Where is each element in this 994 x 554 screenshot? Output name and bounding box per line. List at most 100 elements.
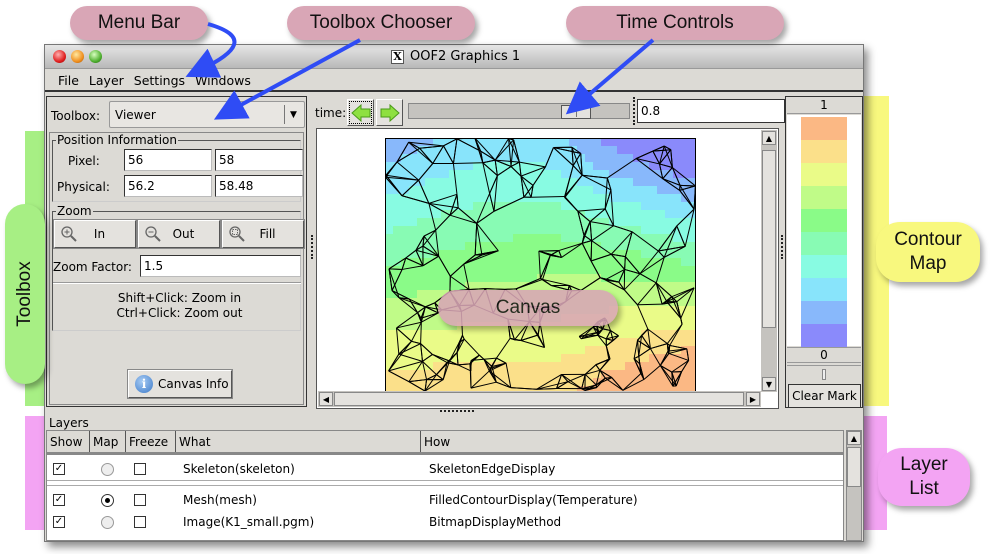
freeze-checkbox[interactable] <box>134 463 146 475</box>
contour-cell <box>665 218 674 227</box>
contour-mark-slider[interactable] <box>787 365 861 381</box>
toolbox-label: Toolbox: <box>51 109 101 123</box>
contour-cell <box>441 234 450 243</box>
layer-row[interactable]: ✓ Skeleton(skeleton) SkeletonEdgeDisplay <box>47 458 843 480</box>
canvas-hscroll-thumb[interactable] <box>334 392 744 406</box>
left-pane-resize-handle[interactable] <box>311 235 314 259</box>
contour-cell <box>561 162 570 171</box>
map-cell[interactable] <box>91 515 128 529</box>
zoom-in-button[interactable]: In <box>53 219 137 249</box>
zoom-window-button[interactable] <box>89 50 102 63</box>
chevron-down-icon[interactable]: ▼ <box>284 105 302 124</box>
show-cell[interactable]: ✓ <box>47 494 91 506</box>
clear-mark-button[interactable]: Clear Mark <box>788 384 861 408</box>
contour-cell <box>577 266 586 275</box>
contour-cell <box>401 242 410 251</box>
canvas-info-button[interactable]: i Canvas Info <box>127 369 233 399</box>
show-checkbox[interactable]: ✓ <box>53 463 65 475</box>
contour-cell <box>569 266 578 275</box>
scroll-down-arrow[interactable]: ▼ <box>762 377 776 391</box>
time-forward-button[interactable] <box>376 99 403 126</box>
contour-cell <box>465 202 474 211</box>
bottom-pane-resize-handle[interactable] <box>440 410 474 412</box>
column-header-what[interactable]: What <box>176 431 421 452</box>
contour-cell <box>625 370 634 379</box>
canvas-horizontal-scrollbar[interactable]: ◀ ▶ <box>318 391 761 407</box>
menu-windows[interactable]: Windows <box>190 73 256 88</box>
contour-cell <box>417 218 426 227</box>
show-checkbox[interactable]: ✓ <box>53 494 65 506</box>
canvas-vertical-scrollbar[interactable]: ▲ ▼ <box>761 130 777 392</box>
contour-cell <box>681 282 690 291</box>
close-window-button[interactable] <box>53 50 66 63</box>
physical-x-field[interactable]: 56.2 <box>124 175 212 197</box>
column-header-how[interactable]: How <box>421 431 843 452</box>
contour-cell <box>417 210 426 219</box>
minimize-window-button[interactable] <box>71 50 84 63</box>
scroll-up-arrow[interactable]: ▲ <box>762 131 776 145</box>
menu-layer[interactable]: Layer <box>84 73 129 88</box>
map-radio[interactable] <box>101 462 114 476</box>
zoom-out-button[interactable]: Out <box>137 219 221 249</box>
toolbox-chooser[interactable]: Viewer ▼ <box>109 101 305 128</box>
contour-cell <box>649 226 658 235</box>
graphics-canvas[interactable]: ▲ ▼ ◀ ▶ <box>316 128 779 409</box>
contour-cell <box>585 194 594 203</box>
map-cell[interactable] <box>91 493 128 507</box>
pixel-y-field[interactable]: 58 <box>215 149 303 171</box>
time-value-field[interactable]: 0.8 <box>637 99 785 123</box>
show-checkbox[interactable]: ✓ <box>53 516 65 528</box>
layers-scroll-up-arrow[interactable]: ▲ <box>847 431 861 445</box>
contour-cell <box>609 362 618 371</box>
contour-cell <box>521 154 530 163</box>
physical-y-field[interactable]: 58.48 <box>215 175 303 197</box>
contour-cell <box>385 162 394 171</box>
contour-cell <box>473 194 482 203</box>
contour-cell <box>553 154 562 163</box>
contour-cell <box>529 250 538 259</box>
contour-cell <box>465 170 474 179</box>
right-pane-resize-handle[interactable] <box>781 235 784 259</box>
show-cell[interactable]: ✓ <box>47 516 91 528</box>
zoom-factor-field[interactable]: 1.5 <box>140 255 301 277</box>
freeze-cell[interactable] <box>128 516 179 528</box>
layers-vscroll-thumb[interactable] <box>847 447 861 487</box>
freeze-cell[interactable] <box>128 494 179 506</box>
contour-mark-handle[interactable] <box>822 369 826 380</box>
contour-cell <box>649 306 658 315</box>
zoom-hint-divider <box>53 282 301 284</box>
time-slider[interactable] <box>408 103 630 119</box>
show-cell[interactable]: ✓ <box>47 463 91 475</box>
map-radio[interactable] <box>101 493 114 507</box>
contour-cell <box>497 210 506 219</box>
column-header-show[interactable]: Show <box>47 431 90 452</box>
time-back-button[interactable] <box>347 99 374 126</box>
contour-cell <box>457 234 466 243</box>
map-cell[interactable] <box>91 462 128 476</box>
scroll-right-arrow[interactable]: ▶ <box>746 392 760 406</box>
contour-cell <box>481 330 490 339</box>
map-radio[interactable] <box>101 515 114 529</box>
contour-cell <box>425 186 434 195</box>
column-header-map[interactable]: Map <box>90 431 126 452</box>
zoom-fill-button[interactable]: Fill <box>221 219 305 249</box>
layers-vertical-scrollbar[interactable]: ▲ <box>846 430 862 541</box>
contour-cell <box>497 266 506 275</box>
contour-cell <box>609 202 618 211</box>
freeze-checkbox[interactable] <box>134 516 146 528</box>
pixel-x-field[interactable]: 56 <box>124 149 212 171</box>
menu-file[interactable]: File <box>53 73 84 88</box>
contour-colorbar[interactable] <box>787 115 861 347</box>
time-field-resize-handle[interactable] <box>633 97 636 125</box>
mesh-contour-plot[interactable] <box>385 138 696 392</box>
time-slider-thumb[interactable] <box>561 105 591 119</box>
column-header-freeze[interactable]: Freeze <box>126 431 176 452</box>
contour-cell <box>449 226 458 235</box>
scroll-left-arrow[interactable]: ◀ <box>319 392 333 406</box>
freeze-cell[interactable] <box>128 463 179 475</box>
menu-settings[interactable]: Settings <box>129 73 190 88</box>
layer-row[interactable]: ✓ Image(K1_small.pgm) BitmapDisplayMethod <box>47 511 843 533</box>
canvas-vscroll-thumb[interactable] <box>762 150 776 328</box>
layer-row[interactable]: ✓ Mesh(mesh) FilledContourDisplay(Temperat… <box>47 489 843 511</box>
freeze-checkbox[interactable] <box>134 494 146 506</box>
